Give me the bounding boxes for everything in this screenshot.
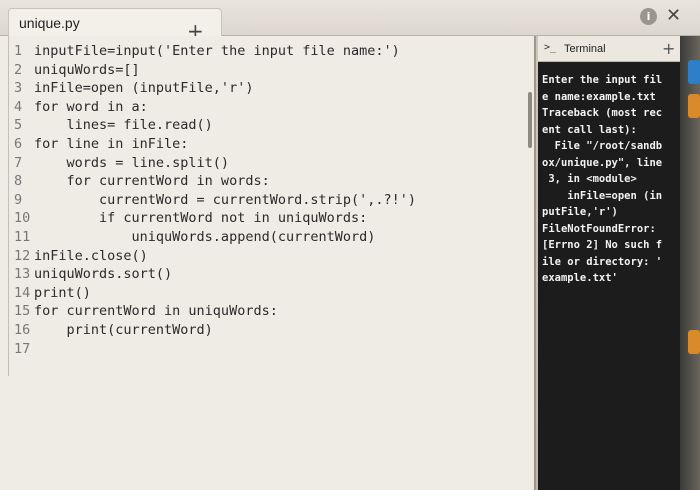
code-line[interactable]: 15 for currentWord in uniquWords:	[14, 302, 278, 320]
code-line[interactable]: 13 uniquWords.sort()	[14, 265, 172, 283]
code-line[interactable]: 2 uniquWords=[]	[14, 61, 140, 79]
terminal-output: Enter the input fil e name:example.txt T…	[542, 74, 663, 284]
line-number: 9	[14, 191, 23, 208]
code-text: print(currentWord)	[34, 322, 213, 338]
code-line[interactable]: 7 words = line.split()	[14, 154, 229, 172]
code-line[interactable]: 10 if currentWord not in uniquWords:	[14, 209, 367, 227]
code-line[interactable]: 5 lines= file.read()	[14, 116, 213, 134]
code-line[interactable]: 11 uniquWords.append(currentWord)	[14, 228, 375, 246]
line-number: 2	[14, 61, 23, 78]
code-line[interactable]: 17	[14, 340, 34, 358]
edge-chip-orange	[688, 94, 700, 118]
line-number: 13	[14, 266, 31, 283]
code-text: uniquWords=[]	[34, 61, 140, 78]
code-text: for line in inFile:	[34, 136, 189, 152]
code-text: uniquWords.sort()	[34, 266, 173, 283]
code-line[interactable]: 16 print(currentWord)	[14, 321, 213, 339]
close-icon[interactable]: ✕	[666, 6, 681, 26]
terminal-panel[interactable]: >_ Terminal + Enter the input fil e name…	[538, 36, 680, 490]
edge-chip-blue	[688, 60, 700, 84]
code-text: for currentWord in words:	[34, 173, 270, 190]
line-number: 10	[14, 210, 31, 227]
code-line[interactable]: 9 currentWord = currentWord.strip(',.?!'…	[14, 191, 416, 209]
add-terminal-button[interactable]: +	[662, 39, 675, 58]
line-number: 6	[14, 136, 23, 152]
editor-tab[interactable]: unique.py +	[8, 8, 222, 41]
code-line[interactable]: 3 inFile=open (inputFile,'r')	[14, 79, 253, 97]
code-text: lines= file.read()	[34, 117, 213, 134]
line-number: 8	[14, 173, 23, 190]
code-text: print()	[34, 284, 91, 301]
code-text: for word in a:	[34, 98, 148, 115]
code-text: for currentWord in uniquWords:	[34, 303, 278, 320]
line-number: 14	[14, 284, 31, 301]
line-number: 17	[14, 340, 31, 357]
code-line[interactable]: 8 for currentWord in words:	[14, 172, 270, 190]
line-number: 16	[14, 322, 31, 338]
gutter-divider	[8, 36, 9, 376]
line-number: 1	[14, 43, 23, 59]
code-text: currentWord = currentWord.strip(',.?!')	[34, 191, 417, 208]
info-icon[interactable]: i	[640, 8, 657, 25]
edge-chip-orange-2	[688, 330, 700, 354]
code-text: if currentWord not in uniquWords:	[34, 210, 368, 227]
code-line[interactable]: 14 print()	[14, 284, 91, 302]
code-text: inputFile=input('Enter the input file na…	[34, 43, 400, 59]
line-number: 7	[14, 154, 23, 171]
line-number: 5	[14, 117, 23, 134]
code-text: uniquWords.append(currentWord)	[34, 229, 376, 245]
code-line[interactable]: 12 inFile.close()	[14, 247, 148, 265]
scroll-handle[interactable]	[528, 92, 532, 148]
line-number: 4	[14, 98, 23, 115]
terminal-prompt-icon: >_	[544, 42, 557, 53]
terminal-header: >_ Terminal +	[538, 36, 680, 62]
code-editor[interactable]: 1 inputFile=input('Enter the input file n…	[0, 36, 536, 490]
line-number: 11	[14, 229, 31, 245]
code-text: inFile.close()	[34, 247, 148, 264]
code-text: inFile=open (inputFile,'r')	[34, 80, 254, 97]
code-line[interactable]: 6 for line in inFile:	[14, 135, 188, 153]
line-number: 15	[14, 303, 31, 320]
line-number: 3	[14, 80, 23, 97]
editor-tab-bar: unique.py + i ✕	[0, 0, 700, 41]
code-line[interactable]: 4 for word in a:	[14, 98, 148, 116]
line-number: 12	[14, 247, 31, 264]
code-text: words = line.split()	[34, 154, 230, 171]
window-controls: i ✕	[636, 6, 696, 30]
tab-filename: unique.py	[19, 15, 80, 31]
code-line[interactable]: 1 inputFile=input('Enter the input file n…	[14, 42, 400, 60]
terminal-title: Terminal	[564, 43, 606, 55]
